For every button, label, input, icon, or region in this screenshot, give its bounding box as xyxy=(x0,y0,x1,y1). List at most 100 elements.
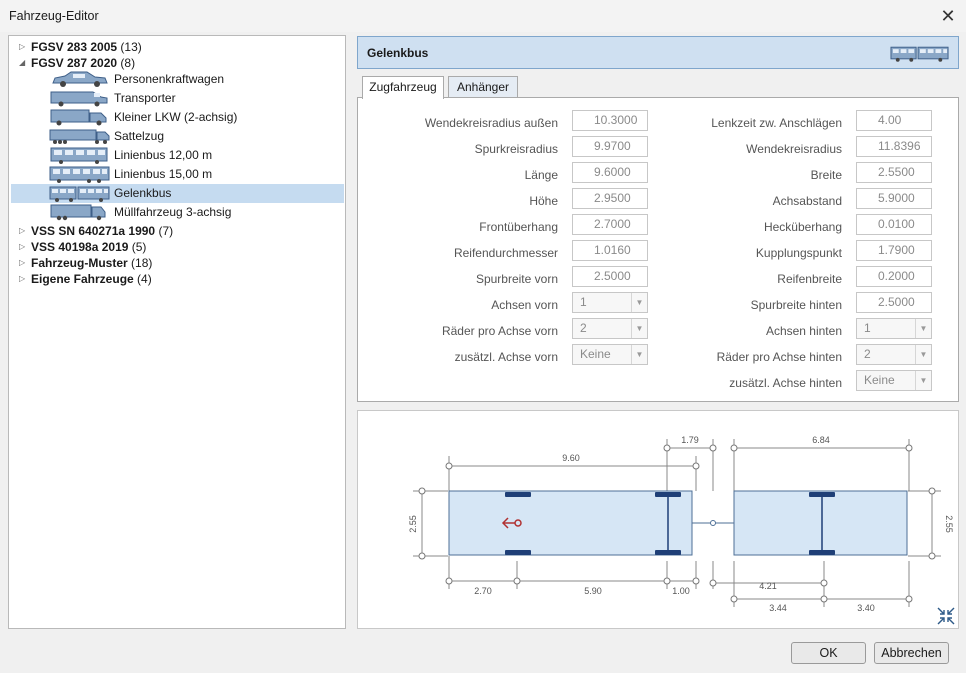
tree-item-kleiner-lkw[interactable]: Kleiner LKW (2-achsig) xyxy=(11,108,344,127)
ok-button[interactable]: OK xyxy=(791,642,866,664)
label-breite: Breite xyxy=(810,168,842,182)
label-spurbreite-hinten: Spurbreite hinten xyxy=(750,298,842,312)
tree-item-linienbus-15[interactable]: Linienbus 15,00 m xyxy=(11,165,344,184)
chevron-down-icon[interactable]: ▼ xyxy=(631,319,647,338)
dimension-drawing: 9.60 1.79 6.84 2.55 2.55 2.70 5.90 1.00 … xyxy=(408,435,955,625)
dim-coupling: 1.79 xyxy=(681,435,699,445)
label-lenkzeit: Lenkzeit zw. Anschlägen xyxy=(711,116,842,130)
garbage-truck-icon xyxy=(50,204,106,221)
tree-item-muellfahrzeug[interactable]: Müllfahrzeug 3-achsig xyxy=(11,203,344,222)
label-hoehe: Höhe xyxy=(529,194,558,208)
select-raeder-pro-achse-hinten[interactable]: 2 ▼ xyxy=(856,344,932,365)
chevron-down-icon[interactable]: ▼ xyxy=(915,371,931,390)
car-icon xyxy=(52,71,108,87)
tree-item-label: Personenkraftwagen xyxy=(114,72,225,86)
group-name: VSS 40198a 2019 xyxy=(31,240,129,254)
input-reifenbreite[interactable]: 0.2000 xyxy=(856,266,932,287)
group-count: (4) xyxy=(137,272,152,286)
bus-icon xyxy=(50,147,108,164)
group-name: Fahrzeug-Muster xyxy=(31,256,128,270)
group-name: VSS SN 640271a 1990 xyxy=(31,224,156,238)
input-breite[interactable]: 2.5500 xyxy=(856,162,932,183)
dim-width-left: 2.55 xyxy=(408,515,418,533)
vehicle-title: Gelenkbus xyxy=(367,46,429,60)
group-count: (7) xyxy=(158,224,174,238)
select-raeder-pro-achse-vorn[interactable]: 2 ▼ xyxy=(572,318,648,339)
select-value: Keine xyxy=(580,347,611,361)
label-heckueberhang: Hecküberhang xyxy=(763,220,842,234)
label-laenge: Länge xyxy=(524,168,558,182)
group-name: FGSV 287 2020 xyxy=(31,56,118,70)
dim-length: 9.60 xyxy=(562,453,580,463)
select-achsen-hinten[interactable]: 1 ▼ xyxy=(856,318,932,339)
input-spurkreisradius[interactable]: 9.9700 xyxy=(572,136,648,157)
properties-form: Wendekreisradius außen 10.3000 Spurkreis… xyxy=(357,97,959,402)
select-value: 2 xyxy=(864,347,871,361)
articulated-bus-icon xyxy=(49,186,110,202)
group-count: (13) xyxy=(120,40,142,54)
cancel-button[interactable]: Abbrechen xyxy=(874,642,949,664)
input-hoehe[interactable]: 2.9500 xyxy=(572,188,648,209)
vehicle-diagram[interactable]: 9.60 1.79 6.84 2.55 2.55 2.70 5.90 1.00 … xyxy=(357,410,959,629)
tree-item-gelenkbus[interactable]: Gelenkbus xyxy=(11,184,344,203)
input-frontueberhang[interactable]: 2.7000 xyxy=(572,214,648,235)
collapse-icon[interactable] xyxy=(937,607,955,625)
input-achsabstand[interactable]: 5.9000 xyxy=(856,188,932,209)
semi-truck-icon xyxy=(49,129,110,144)
expand-arrow-icon[interactable]: ▷ xyxy=(19,270,25,288)
close-icon[interactable]: ✕ xyxy=(936,4,960,28)
input-lenkzeit[interactable]: 4.00 xyxy=(856,110,932,131)
label-zusaetzl-achse-hinten: zusätzl. Achse hinten xyxy=(729,376,842,390)
input-reifendurchmesser[interactable]: 1.0160 xyxy=(572,240,648,261)
input-spurbreite-hinten[interactable]: 2.5000 xyxy=(856,292,932,313)
tree-item-transporter[interactable]: Transporter xyxy=(11,89,344,108)
input-laenge[interactable]: 9.6000 xyxy=(572,162,648,183)
vehicle-tree[interactable]: ▷ FGSV 283 2005 (13) ◢ FGSV 287 2020 (8)… xyxy=(8,35,346,629)
label-spurkreisradius: Spurkreisradius xyxy=(474,142,558,156)
label-frontueberhang: Frontüberhang xyxy=(479,220,558,234)
input-wendekreisradius[interactable]: 11.8396 xyxy=(856,136,932,157)
dim-front-overhang: 2.70 xyxy=(474,586,492,596)
label-achsabstand: Achsabstand xyxy=(772,194,842,208)
tree-item-personenkraftwagen[interactable]: Personenkraftwagen xyxy=(11,70,344,89)
chevron-down-icon[interactable]: ▼ xyxy=(631,345,647,364)
dim-trailer-a: 4.21 xyxy=(759,581,777,591)
tree-item-label: Gelenkbus xyxy=(114,186,172,200)
tree-item-linienbus-12[interactable]: Linienbus 12,00 m xyxy=(11,146,344,165)
dim-trailer-b: 3.44 xyxy=(769,603,787,613)
select-achsen-vorn[interactable]: 1 ▼ xyxy=(572,292,648,313)
label-wendekreisradius: Wendekreisradius xyxy=(746,142,842,156)
chevron-down-icon[interactable]: ▼ xyxy=(915,345,931,364)
trailer-body xyxy=(733,490,908,556)
tree-item-label: Transporter xyxy=(114,91,176,105)
label-raeder-pro-achse-hinten: Räder pro Achse hinten xyxy=(716,350,842,364)
input-spurbreite-vorn[interactable]: 2.5000 xyxy=(572,266,648,287)
label-reifenbreite: Reifenbreite xyxy=(777,272,842,286)
tab-anhaenger[interactable]: Anhänger xyxy=(448,76,518,98)
tree-item-label: Kleiner LKW (2-achsig) xyxy=(114,110,238,124)
label-kupplungspunkt: Kupplungspunkt xyxy=(755,246,842,260)
label-zusaetzl-achse-vorn: zusätzl. Achse vorn xyxy=(454,350,558,364)
label-raeder-pro-achse-vorn: Räder pro Achse vorn xyxy=(441,324,558,338)
chevron-down-icon[interactable]: ▼ xyxy=(915,319,931,338)
select-value: 1 xyxy=(864,321,871,335)
tree-item-sattelzug[interactable]: Sattelzug xyxy=(11,127,344,146)
window-title: Fahrzeug-Editor xyxy=(9,9,99,23)
select-value: Keine xyxy=(864,373,895,387)
label-achsen-vorn: Achsen vorn xyxy=(491,298,558,312)
label-wendekreisradius-aussen: Wendekreisradius außen xyxy=(424,116,558,130)
dialog-footer: OK Abbrechen xyxy=(0,633,966,673)
tree-group-eigene-fahrzeuge[interactable]: ▷ Eigene Fahrzeuge (4) xyxy=(9,270,339,288)
label-spurbreite-vorn: Spurbreite vorn xyxy=(475,272,558,286)
dim-wheelbase: 5.90 xyxy=(584,586,602,596)
input-wendekreisradius-aussen[interactable]: 10.3000 xyxy=(572,110,648,131)
dim-width-right: 2.55 xyxy=(944,515,954,533)
tab-zugfahrzeug[interactable]: Zugfahrzeug xyxy=(362,76,444,99)
chevron-down-icon[interactable]: ▼ xyxy=(631,293,647,312)
select-zusaetzl-achse-vorn[interactable]: Keine ▼ xyxy=(572,344,648,365)
input-heckueberhang[interactable]: 0.0100 xyxy=(856,214,932,235)
select-zusaetzl-achse-hinten[interactable]: Keine ▼ xyxy=(856,370,932,391)
input-kupplungspunkt[interactable]: 1.7900 xyxy=(856,240,932,261)
title-bar: Fahrzeug-Editor ✕ xyxy=(0,0,966,32)
tree-item-label: Sattelzug xyxy=(114,129,165,143)
